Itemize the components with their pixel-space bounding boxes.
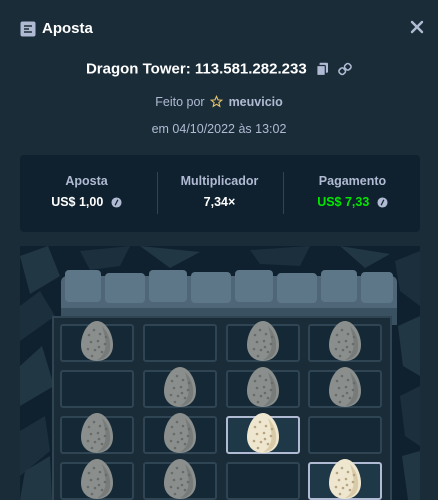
tower-tile[interactable]: [143, 367, 217, 408]
tower-tile[interactable]: [143, 459, 217, 500]
bet-icon: [20, 21, 36, 37]
stat-payout-label: Pagamento: [318, 174, 387, 188]
tile-row: [60, 413, 384, 454]
tower-tile[interactable]: [60, 370, 134, 408]
egg-icon: [329, 321, 361, 361]
tower-tile[interactable]: [226, 321, 300, 362]
coin-icon: [111, 197, 122, 208]
egg-icon: [81, 321, 113, 361]
stat-bet-amount: US$ 1,00: [51, 195, 104, 209]
tower-tile[interactable]: [226, 413, 300, 454]
star-icon: [209, 94, 224, 108]
tile-row: [60, 459, 384, 500]
egg-icon: [247, 413, 279, 453]
tower-tile[interactable]: [226, 367, 300, 408]
tower-tile[interactable]: [308, 459, 382, 500]
stat-multiplier-value: 7,34×: [203, 195, 236, 209]
bet-date: em 04/10/2022 às 13:02: [151, 122, 287, 136]
link-icon[interactable]: [338, 62, 352, 76]
egg-icon: [164, 367, 196, 407]
made-by: Feito por meuvicio: [0, 94, 438, 109]
stat-payout-value: US$ 7,33: [286, 195, 419, 209]
stat-payout: Pagamento US$ 7,33: [286, 155, 419, 232]
stat-multiplier-label: Multiplicador: [180, 174, 259, 188]
egg-icon: [81, 413, 113, 453]
close-icon[interactable]: [408, 18, 426, 36]
copy-icon[interactable]: [316, 62, 329, 77]
tower-tile[interactable]: [143, 324, 217, 362]
egg-icon: [164, 413, 196, 453]
tower-tile[interactable]: [308, 367, 382, 408]
egg-icon: [329, 459, 361, 499]
modal-header: Aposta: [0, 0, 438, 58]
tile-row: [60, 367, 384, 408]
tower-tile[interactable]: [143, 413, 217, 454]
tile-row: [60, 321, 384, 362]
username-link[interactable]: meuvicio: [229, 95, 283, 109]
tower-tile[interactable]: [60, 459, 134, 500]
game-id-line: Dragon Tower: 113.581.282.233: [0, 60, 438, 78]
stats-panel: Aposta US$ 1,00 Multiplicador 7,34× Paga…: [20, 155, 420, 232]
egg-icon: [164, 459, 196, 499]
egg-icon: [81, 459, 113, 499]
tower-tile[interactable]: [308, 321, 382, 362]
tower-tile[interactable]: [226, 462, 300, 500]
game-board: [20, 246, 420, 500]
tower-tile[interactable]: [60, 321, 134, 362]
stat-bet: Aposta US$ 1,00: [20, 155, 153, 232]
game-name: Dragon Tower:: [85, 60, 191, 78]
stat-payout-amount: US$ 7,33: [317, 195, 370, 209]
modal-title: Aposta: [42, 20, 93, 37]
stat-multiplier: Multiplicador 7,34×: [153, 155, 286, 232]
egg-icon: [247, 367, 279, 407]
egg-icon: [329, 367, 361, 407]
stat-bet-label: Aposta: [65, 174, 108, 188]
made-by-prefix: Feito por: [155, 95, 205, 109]
tower-tile[interactable]: [308, 416, 382, 454]
egg-icon: [247, 321, 279, 361]
bet-id: 113.581.282.233: [194, 60, 307, 78]
stat-divider: [283, 172, 284, 214]
tower-tile[interactable]: [60, 413, 134, 454]
coin-icon: [377, 197, 388, 208]
stat-bet-value: US$ 1,00: [20, 195, 153, 209]
